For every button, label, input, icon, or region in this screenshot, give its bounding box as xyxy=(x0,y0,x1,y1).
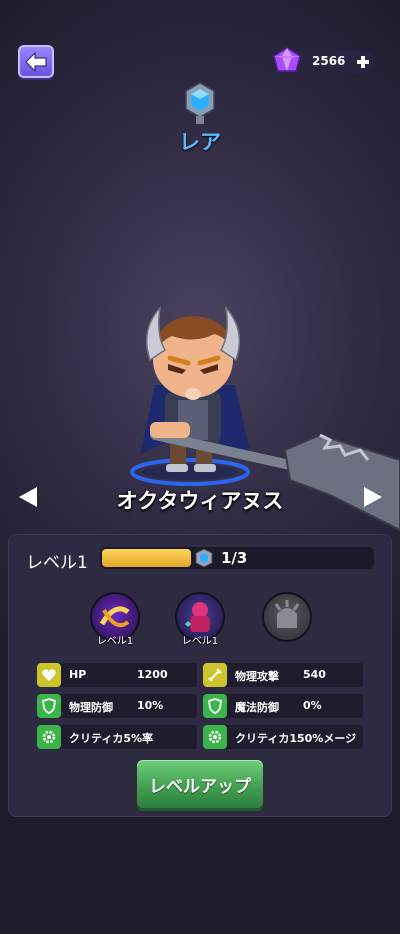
heart-icon xyxy=(37,663,61,687)
stat-crit-damage-name: クリティカ150%メージ xyxy=(235,732,357,745)
skill-2-level: レベル1 xyxy=(181,636,219,647)
blue-crystal-icon xyxy=(185,82,215,124)
level-progress-text: 1/3 xyxy=(221,549,248,567)
stat-phys-attack-value: 540 xyxy=(303,668,326,681)
gear-icon xyxy=(203,725,227,749)
stat-crit-damage: クリティカ150%メージ xyxy=(203,725,363,749)
plus-icon xyxy=(357,56,369,68)
stat-crit-rate-name: クリティカ5%率 xyxy=(69,732,154,745)
stat-phys-defense-name: 物理防御 xyxy=(69,701,113,714)
add-gems-button[interactable] xyxy=(356,51,370,78)
locked-skill-icon xyxy=(274,600,300,628)
stat-phys-attack: 物理攻撃 540 xyxy=(203,663,363,687)
blue-crystal-icon xyxy=(195,548,213,568)
skill-slot-3-locked[interactable] xyxy=(262,592,312,642)
shield-icon xyxy=(37,694,61,718)
rarity-label: レア xyxy=(179,130,221,154)
arrow-left-icon xyxy=(25,51,47,72)
gem-amount: 2566 xyxy=(312,54,346,68)
shield-icon xyxy=(203,694,227,718)
level-progress-fill xyxy=(102,549,191,567)
stat-phys-defense-value: 10% xyxy=(137,699,164,712)
sword-icon xyxy=(203,663,227,687)
hero-name: オクタウィアヌス xyxy=(116,489,284,513)
level-up-button[interactable]: レベルアップ xyxy=(137,760,263,808)
gem-currency-bar: 2566 xyxy=(273,47,374,73)
stat-hp-value: 1200 xyxy=(137,668,168,681)
hero-detail-screen: 2566 レア オクタウィアヌス レベル1 1/3 レベル1 レベル1 HP 1… xyxy=(0,0,400,934)
stat-phys-defense: 物理防御 10% xyxy=(37,694,197,718)
skill-1-level: レベル1 xyxy=(96,636,134,647)
stat-magic-defense: 魔法防御 0% xyxy=(203,694,363,718)
stat-magic-defense-value: 0% xyxy=(303,699,322,712)
stat-hp: HP 1200 xyxy=(37,663,197,687)
back-button[interactable] xyxy=(18,45,54,78)
purple-gem-icon xyxy=(273,47,301,72)
stat-hp-name: HP xyxy=(69,668,87,681)
stat-phys-attack-name: 物理攻撃 xyxy=(235,670,279,683)
level-label: レベル1 xyxy=(26,553,88,573)
gear-icon xyxy=(37,725,61,749)
stat-magic-defense-name: 魔法防御 xyxy=(235,701,279,714)
stat-crit-rate: クリティカ5%率 xyxy=(37,725,197,749)
